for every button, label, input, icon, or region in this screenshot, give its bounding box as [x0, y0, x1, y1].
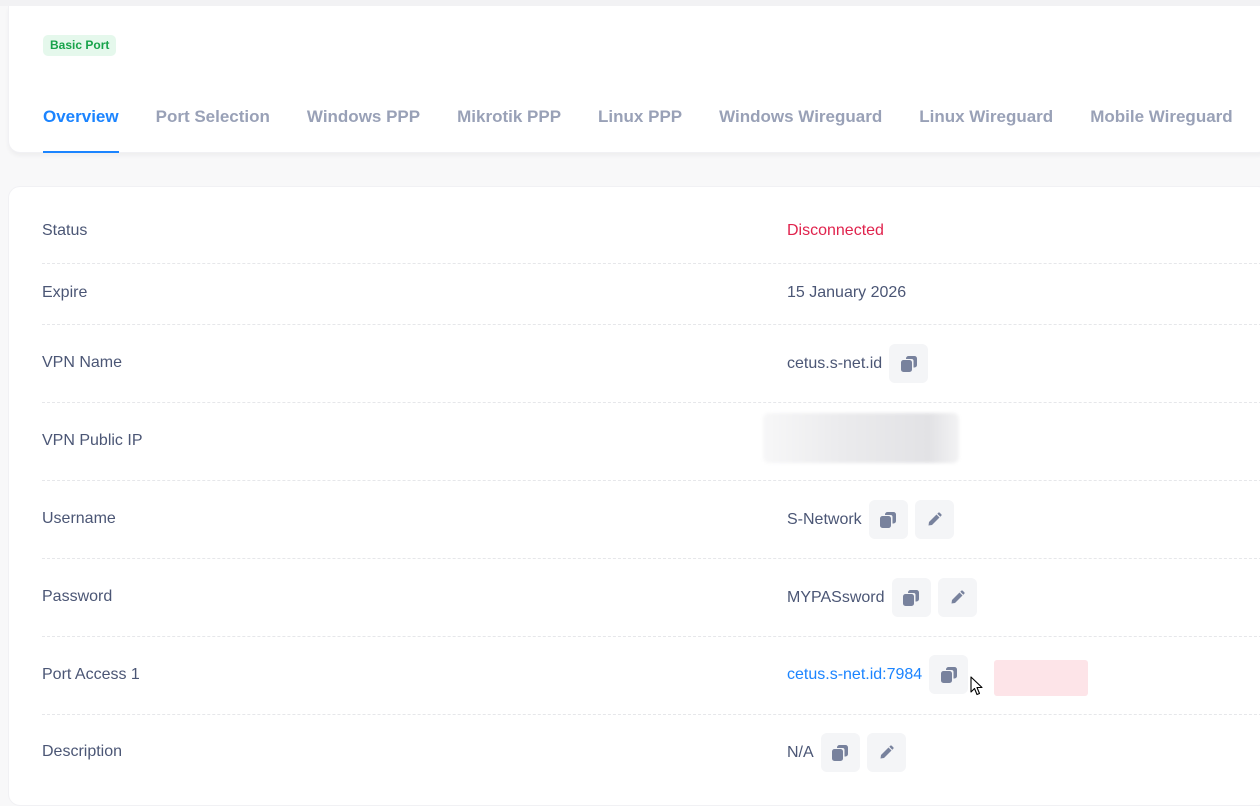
- copy-description-button[interactable]: [820, 733, 860, 772]
- details-card: Status Disconnected Expire 15 January 20…: [8, 186, 1260, 806]
- edit-password-button[interactable]: [937, 578, 977, 617]
- username-row: Username S-Network: [42, 481, 1260, 559]
- copy-icon: [880, 511, 897, 528]
- username-label: Username: [42, 510, 116, 527]
- status-value: Disconnected: [787, 222, 884, 239]
- tab-mobile-wireguard[interactable]: Mobile Wireguard: [1090, 104, 1232, 153]
- plan-badge: Basic Port: [43, 35, 117, 56]
- vpn-public-ip-label: VPN Public IP: [42, 432, 143, 449]
- description-label: Description: [42, 743, 123, 760]
- tab-bar: Overview Port Selection Windows PPP Mikr…: [43, 104, 1260, 153]
- pencil-icon: [928, 511, 942, 525]
- expire-label: Expire: [42, 284, 88, 301]
- tab-mikrotik-ppp[interactable]: Mikrotik PPP: [457, 104, 561, 153]
- status-row: Status Disconnected: [42, 187, 1260, 264]
- pencil-icon: [951, 589, 965, 603]
- copy-icon: [903, 589, 920, 606]
- tab-overview[interactable]: Overview: [43, 104, 119, 153]
- password-label: Password: [42, 588, 113, 605]
- edit-description-button[interactable]: [866, 733, 906, 772]
- vpn-name-label: VPN Name: [42, 354, 123, 371]
- tab-windows-ppp[interactable]: Windows PPP: [307, 104, 420, 153]
- tab-port-selection[interactable]: Port Selection: [156, 104, 270, 153]
- password-value: MYPASsword: [787, 588, 885, 606]
- port-access-label: Port Access 1: [42, 666, 140, 683]
- password-row: Password MYPASsword: [42, 559, 1260, 637]
- expire-row: Expire 15 January 2026: [42, 263, 1260, 325]
- copy-icon: [900, 355, 917, 372]
- copy-vpn-name-button[interactable]: [889, 344, 929, 383]
- tab-linux-ppp[interactable]: Linux PPP: [598, 104, 682, 153]
- description-row: Description N/A: [42, 715, 1260, 792]
- copy-username-button[interactable]: [868, 500, 908, 539]
- redacted-ip-value: [763, 413, 959, 463]
- vpn-name-row: VPN Name cetus.s-net.id: [42, 325, 1260, 403]
- description-value: N/A: [787, 743, 814, 761]
- expire-value: 15 January 2026: [787, 284, 907, 301]
- pencil-icon: [880, 744, 894, 758]
- header-card: Basic Port Overview Port Selection Windo…: [8, 6, 1260, 153]
- copy-port-access-button[interactable]: [929, 655, 969, 694]
- copy-icon: [832, 744, 849, 761]
- copy-icon: [940, 666, 957, 683]
- vpn-public-ip-row: VPN Public IP: [42, 403, 1260, 481]
- vpn-name-value: cetus.s-net.id: [787, 354, 883, 372]
- tab-windows-wireguard[interactable]: Windows Wireguard: [719, 104, 882, 153]
- status-label: Status: [42, 222, 88, 239]
- redacted-port-note: [994, 660, 1088, 696]
- edit-username-button[interactable]: [914, 500, 954, 539]
- username-value: S-Network: [787, 510, 862, 528]
- mouse-pointer-icon: [970, 676, 983, 696]
- port-access-link[interactable]: cetus.s-net.id:7984: [787, 666, 922, 684]
- copy-password-button[interactable]: [891, 578, 931, 617]
- tab-linux-wireguard[interactable]: Linux Wireguard: [919, 104, 1053, 153]
